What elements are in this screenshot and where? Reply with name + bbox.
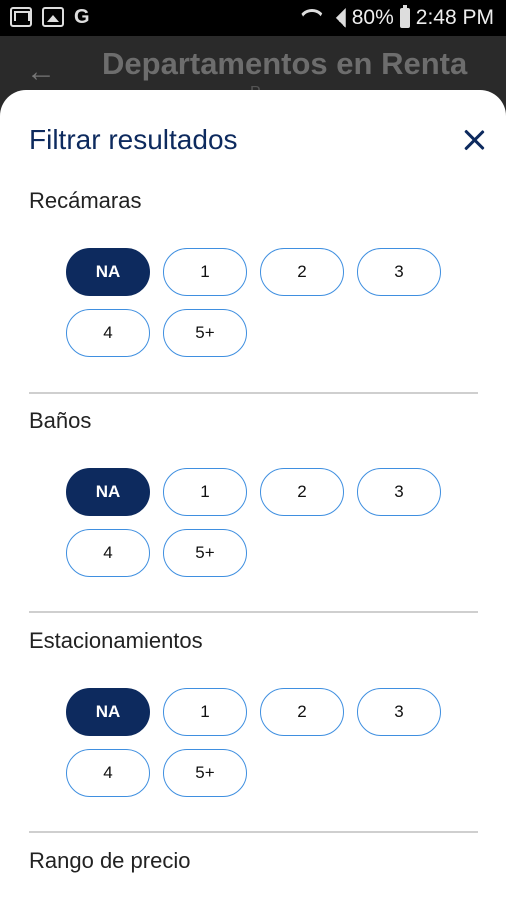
- chip-option[interactable]: 4: [66, 529, 150, 577]
- google-g-icon: G: [74, 6, 90, 28]
- status-bar-left-icons: G: [10, 7, 90, 27]
- close-button[interactable]: [460, 126, 488, 154]
- divider: [29, 392, 478, 394]
- chip-option[interactable]: 5+: [163, 529, 247, 577]
- chip-option[interactable]: 5+: [163, 309, 247, 357]
- image-icon: [42, 7, 64, 27]
- chip-option[interactable]: 2: [260, 468, 344, 516]
- battery-percent: 80%: [351, 6, 394, 29]
- chip-option[interactable]: 5+: [163, 749, 247, 797]
- divider: [29, 831, 478, 833]
- chip-option[interactable]: 2: [260, 248, 344, 296]
- chip-option[interactable]: 1: [163, 248, 247, 296]
- chip-option[interactable]: 2: [260, 688, 344, 736]
- chip-option[interactable]: NA: [66, 688, 150, 736]
- section-label: Rango de precio: [29, 848, 191, 873]
- status-bar-right: 80% 2:48 PM: [298, 5, 494, 30]
- chip-option[interactable]: 3: [357, 468, 441, 516]
- battery-icon: [399, 5, 410, 28]
- back-arrow-icon[interactable]: ←: [26, 57, 56, 87]
- chip-option[interactable]: NA: [66, 248, 150, 296]
- chip-option[interactable]: 3: [357, 688, 441, 736]
- status-bar: G 80% 2:48 PM: [0, 0, 506, 36]
- signal-icon: [325, 8, 346, 28]
- wifi-icon: [298, 8, 320, 28]
- chip-option[interactable]: 4: [66, 309, 150, 357]
- chip-option[interactable]: 4: [66, 749, 150, 797]
- section-label: Baños: [29, 408, 92, 433]
- chip-option[interactable]: 1: [163, 468, 247, 516]
- section-label: Estacionamientos: [29, 628, 203, 653]
- app-title: Departamentos en Renta: [102, 46, 468, 81]
- section-label: Recámaras: [29, 188, 142, 213]
- chip-option[interactable]: 3: [357, 248, 441, 296]
- chip-option[interactable]: 1: [163, 688, 247, 736]
- clock: 2:48 PM: [415, 6, 494, 29]
- filter-sheet: Filtrar resultados Recámaras NA 1 2 3 4 …: [0, 90, 506, 900]
- sheet-title: Filtrar resultados: [29, 124, 238, 155]
- divider: [29, 611, 478, 613]
- chip-option[interactable]: NA: [66, 468, 150, 516]
- mail-icon: [10, 7, 32, 27]
